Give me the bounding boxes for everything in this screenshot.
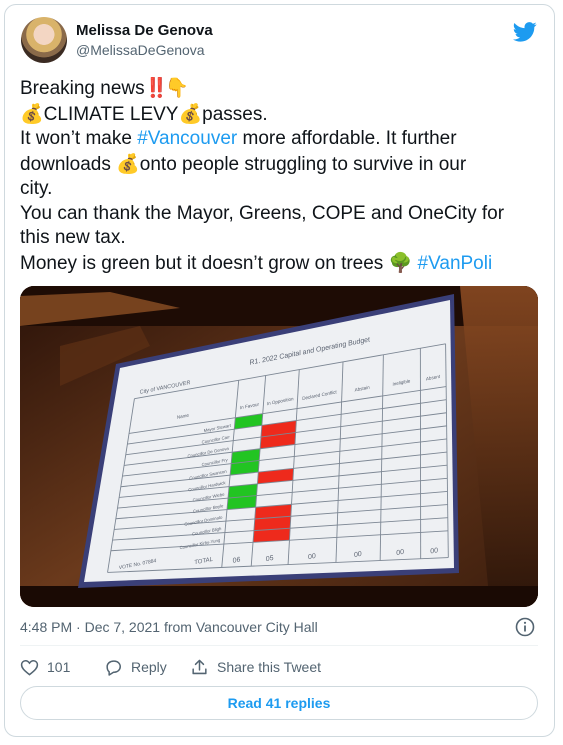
read-replies-button[interactable]: Read 41 replies	[20, 686, 538, 720]
tweet-line: You can thank the Mayor, Greens, COPE an…	[20, 202, 540, 227]
pointing-down-icon: 👇	[165, 77, 189, 99]
vote-results-photo: City of VANCOUVERR1. 2022 Capital and Op…	[20, 286, 538, 607]
tweet-text-segment: more affordable. It further	[237, 128, 457, 149]
tweet-line: city.	[20, 177, 540, 202]
tweet-line: Breaking news‼️👇	[20, 76, 540, 102]
vote-total: 05	[265, 555, 274, 563]
money-bag-icon: 💰	[178, 102, 203, 125]
hashtag-link[interactable]: #Vancouver	[137, 128, 237, 149]
tweet-line: this new tax.	[20, 226, 540, 251]
tweet-line: downloads 💰onto people struggling to sur…	[20, 152, 540, 178]
hashtag-link[interactable]: #VanPoli	[418, 253, 493, 274]
vote-total: 00	[353, 551, 362, 559]
tweet-text-segment: CLIMATE LEVY	[43, 103, 179, 125]
author-display-name[interactable]: Melissa De Genova	[76, 22, 213, 39]
vote-total: 00	[396, 549, 405, 557]
like-button[interactable]: 101	[20, 656, 70, 678]
money-bag-icon: 💰	[116, 152, 140, 175]
avatar[interactable]	[21, 17, 67, 63]
tree-icon: 🌳	[388, 251, 413, 274]
twitter-bird-icon[interactable]	[513, 22, 537, 42]
tweet-line: 💰CLIMATE LEVY💰passes.	[20, 102, 540, 128]
tweet-text: Breaking news‼️👇 💰CLIMATE LEVY💰passes. It …	[20, 76, 540, 276]
vote-total: 00	[430, 547, 439, 555]
tweet-text-segment: downloads	[20, 153, 117, 175]
vote-total: 06	[232, 556, 241, 564]
reply-label: Reply	[131, 659, 167, 675]
share-button[interactable]: Share this Tweet	[190, 656, 321, 678]
share-label: Share this Tweet	[217, 659, 322, 675]
divider	[20, 645, 538, 646]
tweet-text-segment: Money is green but it doesn’t grow on tr…	[20, 252, 389, 274]
tweet-text-segment: passes.	[202, 103, 268, 125]
double-exclamation-icon: ‼️	[144, 77, 169, 99]
tweet-photo[interactable]: City of VANCOUVER R1. 2022 Capital and Op…	[20, 286, 538, 607]
tweet-text-segment: this new tax.	[20, 227, 126, 248]
tweet-text-segment: You can thank the Mayor, Greens, COPE an…	[20, 202, 505, 224]
tweet-text-segment: city.	[20, 178, 53, 199]
info-icon[interactable]	[515, 617, 535, 637]
money-bag-icon: 💰	[20, 102, 44, 125]
author-handle[interactable]: @MelissaDeGenova	[76, 42, 205, 58]
tweet-timestamp[interactable]: 4:48 PM · Dec 7, 2021 from Vancouver Cit…	[20, 619, 318, 635]
tweet-text-segment: It won’t make	[20, 128, 138, 149]
share-icon	[192, 659, 207, 674]
reply-bubble-icon	[106, 659, 121, 676]
tweet-text-segment: onto people struggling to survive in our	[139, 153, 467, 175]
reply-button[interactable]: Reply	[104, 656, 167, 678]
tweet-line: Money is green but it doesn’t grow on tr…	[20, 251, 540, 277]
tweet-line: It won’t make #Vancouver more affordable…	[20, 127, 540, 152]
like-count: 101	[47, 659, 71, 675]
vote-total: 00	[307, 553, 316, 561]
heart-icon	[20, 659, 39, 676]
tweet-text-segment: Breaking news	[20, 78, 145, 99]
